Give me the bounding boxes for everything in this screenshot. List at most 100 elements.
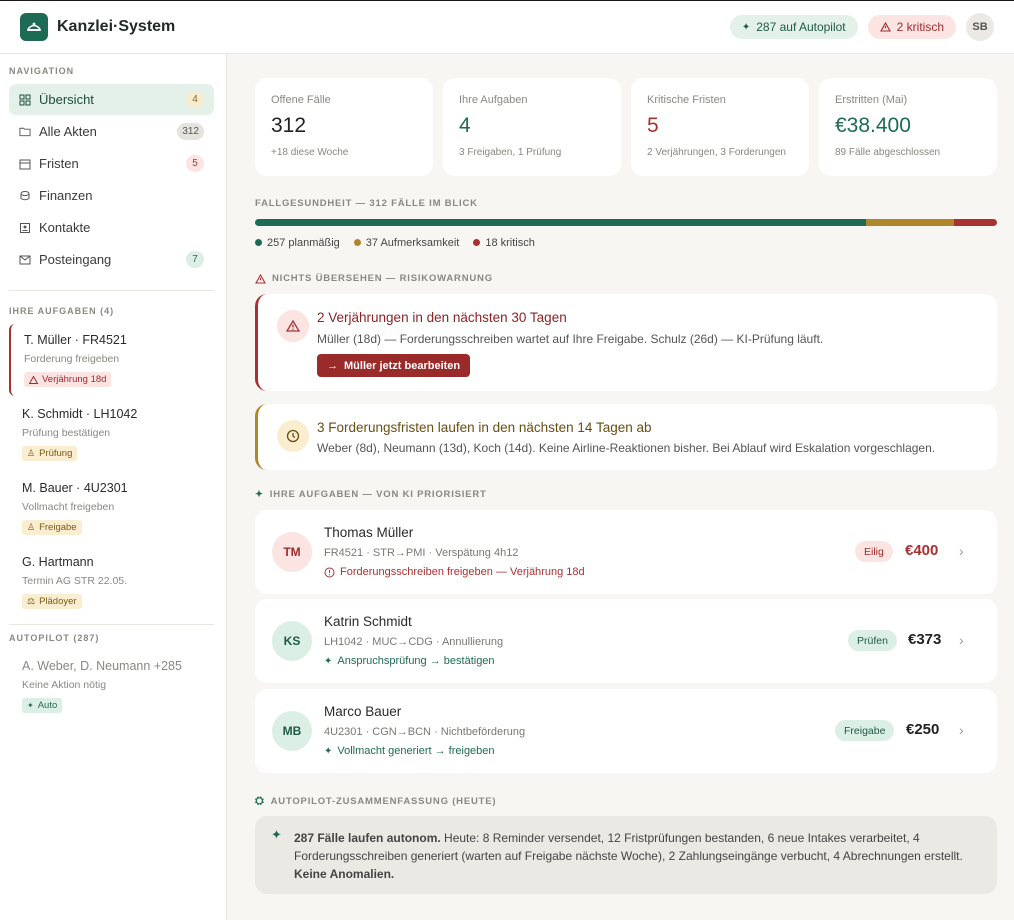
sparkle-icon: ✦ xyxy=(324,745,333,757)
legend-item: 37 Aufmerksamkeit xyxy=(353,237,459,249)
sparkle-icon: ✦ xyxy=(741,21,751,33)
legend-item: 257 planmäßig xyxy=(255,237,340,249)
chevron-right-icon[interactable]: › xyxy=(959,632,964,648)
autopilot-badge[interactable]: ✦ 287 auf Autopilot xyxy=(729,15,858,39)
logo[interactable] xyxy=(20,13,48,41)
task-card-schmidt[interactable]: KS Katrin Schmidt LH1042 · MUC→CDG · Ann… xyxy=(255,599,997,683)
task-card-mueller[interactable]: TM Thomas Müller FR4521 · STR→PMI · Vers… xyxy=(255,510,997,594)
nav-heading: NAVIGATION xyxy=(9,66,75,76)
legend-item: 18 kritisch xyxy=(473,237,535,249)
sidebar-item-uebersicht[interactable]: Übersicht 4 xyxy=(9,84,214,115)
chevron-right-icon[interactable]: › xyxy=(959,543,964,559)
kpi-label: Offene Fälle xyxy=(271,94,331,106)
task-chip: ♙ Freigabe xyxy=(22,520,82,535)
autopilot-badge-label: 287 auf Autopilot xyxy=(756,20,846,34)
task-subtitle: Prüfung bestätigen xyxy=(22,427,111,439)
summary-lead: 287 Fälle laufen autonom. xyxy=(294,831,441,845)
task-meta: 4U2301 · CGN→BCN · Nichtbeförderung xyxy=(324,726,526,738)
sidebar: NAVIGATION Übersicht 4 Alle Akten 312 Fr… xyxy=(0,54,227,920)
legend-dot xyxy=(255,239,262,246)
autopilot-chip: ✦ Auto xyxy=(22,698,63,713)
count-badge: 5 xyxy=(186,155,204,172)
autopilot-chip-label: Auto xyxy=(37,700,58,711)
autopilot-heading: AUTOPILOT (287) xyxy=(9,633,100,643)
critical-badge[interactable]: 2 kritisch xyxy=(867,15,956,39)
task-chip: Verjährung 18d xyxy=(24,372,112,387)
sidebar-item-label: Finanzen xyxy=(39,188,93,203)
sidebar-item-label: Fristen xyxy=(39,156,79,171)
sidebar-task-bauer[interactable]: M. Bauer · 4U2301 Vollmacht freigeben ♙ … xyxy=(9,481,214,535)
person-icon: ♙ xyxy=(27,522,36,532)
kpi-label: Ihre Aufgaben xyxy=(459,94,528,106)
risk-heading-label: NICHTS ÜBERSEHEN — RISIKOWARNUNG xyxy=(272,273,493,284)
sidebar-task-mueller[interactable]: T. Müller · FR4521 Forderung freigeben V… xyxy=(9,324,214,396)
sidebar-item-posteingang[interactable]: Posteingang 7 xyxy=(9,244,214,275)
kpi-sub: 3 Freigaben, 1 Prüfung xyxy=(459,147,562,158)
autopilot-subtitle: Keine Aktion nötig xyxy=(22,679,107,691)
sidebar-item-fristen[interactable]: Fristen 5 xyxy=(9,148,214,179)
sidebar-task-schmidt[interactable]: K. Schmidt · LH1042 Prüfung bestätigen ♙… xyxy=(9,407,214,461)
alert-verjaehrung[interactable]: 2 Verjährungen in den nächsten 30 Tagen … xyxy=(255,294,997,391)
task-subtitle: Termin AG STR 22.05. xyxy=(22,575,128,587)
warning-icon xyxy=(29,375,38,384)
health-heading: FALLGESUNDHEIT — 312 FÄLLE IM BLICK xyxy=(255,198,478,209)
top-bar: Kanzlei·System ✦ 287 auf Autopilot 2 kri… xyxy=(0,0,1014,54)
legend-label: 257 planmäßig xyxy=(267,237,340,249)
kpi-value: 5 xyxy=(647,114,659,137)
person-icon: ♙ xyxy=(27,448,36,458)
folder-icon xyxy=(19,126,31,138)
sidebar-item-finanzen[interactable]: Finanzen xyxy=(9,180,214,211)
autopilot-title: A. Weber, D. Neumann +285 xyxy=(22,659,182,673)
task-subtitle: Vollmacht freigeben xyxy=(22,501,115,513)
sidebar-task-hartmann[interactable]: G. Hartmann Termin AG STR 22.05. ⚖ Plädo… xyxy=(9,555,214,609)
gavel-icon: ⚖ xyxy=(27,596,36,606)
count-badge: 312 xyxy=(177,123,204,140)
summary-tail: Keine Anomalien. xyxy=(294,867,395,881)
kpi-sub: +18 diese Woche xyxy=(271,147,349,158)
task-card-bauer[interactable]: MB Marco Bauer 4U2301 · CGN→BCN · Nichtb… xyxy=(255,689,997,773)
risk-heading: NICHTS ÜBERSEHEN — RISIKOWARNUNG xyxy=(255,273,493,284)
count-badge: 7 xyxy=(186,251,204,268)
task-name: Marco Bauer xyxy=(324,704,402,719)
divider xyxy=(9,624,214,625)
summary-heading-label: AUTOPILOT-ZUSAMMENFASSUNG (HEUTE) xyxy=(270,796,497,807)
kpi-label: Kritische Fristen xyxy=(647,94,726,106)
chevron-right-icon[interactable]: › xyxy=(959,722,964,738)
task-meta: LH1042 · MUC→CDG · Annullierung xyxy=(324,636,504,648)
health-segment xyxy=(866,219,955,226)
kpi-label: Erstritten (Mai) xyxy=(835,94,908,106)
task-title: G. Hartmann xyxy=(22,555,94,569)
scale-icon xyxy=(27,22,41,31)
priority-tag: Prüfen xyxy=(848,630,897,651)
sidebar-item-alle-akten[interactable]: Alle Akten 312 xyxy=(9,116,214,147)
task-chip: ⚖ Plädoyer xyxy=(22,594,82,609)
task-status-label: Anspruchsprüfung → bestätigen xyxy=(337,655,495,667)
sparkle-icon: ✦ xyxy=(255,489,264,500)
task-title: T. Müller · FR4521 xyxy=(24,333,127,347)
kpi-value: €38.400 xyxy=(835,114,911,137)
sidebar-autopilot-group[interactable]: A. Weber, D. Neumann +285 Keine Aktion n… xyxy=(9,659,214,713)
health-legend: 257 planmäßig 37 Aufmerksamkeit 18 kritisc… xyxy=(255,237,535,249)
kpi-offene-faelle[interactable]: Offene Fälle 312 +18 diese Woche xyxy=(255,78,433,176)
app-title: Kanzlei·System xyxy=(57,18,176,35)
alert-forderungsfristen[interactable]: 3 Forderungsfristen laufen in den nächst… xyxy=(255,404,997,470)
kpi-ihre-aufgaben[interactable]: Ihre Aufgaben 4 3 Freigaben, 1 Prüfung xyxy=(443,78,621,176)
clock-icon xyxy=(277,420,309,452)
alert-desc: Müller (18d) — Forderungsschreiben warte… xyxy=(317,332,824,346)
task-amount: €373 xyxy=(908,631,942,648)
dashboard-icon xyxy=(19,94,31,106)
task-amount: €250 xyxy=(906,721,940,738)
sparkle-icon: ✦ xyxy=(324,655,333,667)
contact-icon xyxy=(19,222,31,234)
main-content: Offene Fälle 312 +18 diese Woche Ihre Au… xyxy=(227,54,1014,920)
kpi-value: 4 xyxy=(459,114,471,137)
kpi-erstritten[interactable]: Erstritten (Mai) €38.400 89 Fälle abgesc… xyxy=(819,78,997,176)
user-avatar[interactable]: SB xyxy=(966,13,994,41)
sidebar-item-kontakte[interactable]: Kontakte xyxy=(9,212,214,243)
health-segment xyxy=(954,219,997,226)
task-name: Thomas Müller xyxy=(324,525,414,540)
sidebar-item-label: Kontakte xyxy=(39,220,91,235)
mueller-bearbeiten-button[interactable]: → Müller jetzt bearbeiten xyxy=(317,354,471,377)
kpi-kritische-fristen[interactable]: Kritische Fristen 5 2 Verjährungen, 3 Fo… xyxy=(631,78,809,176)
legend-dot xyxy=(353,239,361,246)
